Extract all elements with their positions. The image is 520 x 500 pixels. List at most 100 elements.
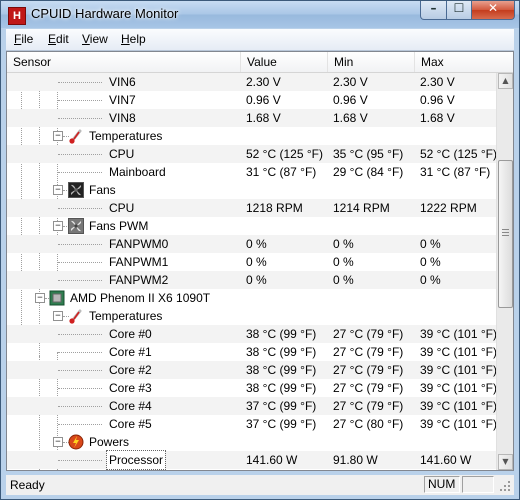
tree-branch	[58, 118, 102, 119]
sensor-name: CPU	[109, 201, 135, 215]
resize-grip-icon[interactable]	[496, 476, 512, 493]
sensor-row[interactable]: CPU 1218 RPM 1214 RPM 1222 RPM	[7, 199, 496, 217]
sensor-row[interactable]: VIN8 1.68 V 1.68 V 1.68 V	[7, 109, 496, 127]
sensor-value: 0 %	[246, 273, 267, 287]
sensor-min: 0 %	[333, 273, 354, 287]
vertical-scrollbar[interactable]: ▲ ▼	[496, 73, 513, 470]
menu-edit-accel: E	[48, 32, 57, 46]
collapse-toggle-icon[interactable]: −	[35, 293, 45, 303]
sensor-max: 141.60 W	[420, 453, 472, 467]
thumb-grip	[502, 232, 509, 233]
tree-branch	[58, 460, 102, 461]
sensor-row[interactable]: FANPWM2 0 % 0 % 0 %	[7, 271, 496, 289]
title-bar[interactable]: H CPUID Hardware Monitor – ☐ ✕	[1, 1, 519, 28]
collapse-toggle-icon[interactable]: −	[53, 185, 63, 195]
sensor-tree-view[interactable]: Sensor Value Min Max VIN6 2.30 V 2.30 V 2.3…	[6, 51, 514, 471]
group-name: Temperatures	[89, 309, 163, 323]
menu-view-accel: V	[82, 32, 90, 46]
sensor-name: VIN7	[109, 93, 136, 107]
tree-branch	[58, 370, 102, 371]
sensor-name: Core #3	[109, 381, 152, 395]
sensor-row[interactable]: VIN7 0.96 V 0.96 V 0.96 V	[7, 91, 496, 109]
sensor-max: 39 °C (101 °F)	[420, 381, 496, 395]
thermometer-icon	[68, 308, 84, 324]
sensor-group-node[interactable]: − Temperatures	[7, 307, 496, 325]
sensor-row[interactable]: Core #4 37 °C (99 °F) 27 °C (79 °F) 39 °C (…	[7, 397, 496, 415]
menu-edit-label: dit	[56, 32, 69, 46]
sensor-rows: VIN6 2.30 V 2.30 V 2.30 V VIN7 0.96 V 0.96 V 0.…	[7, 73, 496, 470]
sensor-row[interactable]: Core #3 38 °C (99 °F) 27 °C (79 °F) 39 °C (…	[7, 379, 496, 397]
column-header-sensor[interactable]: Sensor	[7, 52, 241, 72]
thermometer-icon	[68, 128, 84, 144]
sensor-name: Core #4	[109, 399, 152, 413]
sensor-max: 0 %	[420, 255, 441, 269]
window-title: CPUID Hardware Monitor	[31, 6, 179, 21]
menu-file[interactable]: File	[14, 32, 33, 46]
sensor-max: 0 %	[420, 273, 441, 287]
sensor-min: 27 °C (79 °F)	[333, 381, 404, 395]
thumb-grip	[502, 229, 509, 230]
sensor-group-node[interactable]: − Powers	[7, 433, 496, 451]
sensor-value: 37 °C (99 °F)	[246, 399, 317, 413]
menu-view[interactable]: View	[82, 32, 108, 46]
sensor-group-node[interactable]: − Fans PWM	[7, 217, 496, 235]
sensor-value: 2.30 V	[246, 75, 281, 89]
sensor-name: VIN6	[109, 75, 136, 89]
sensor-name: FANPWM0	[109, 237, 169, 251]
sensor-max: 0.96 V	[420, 93, 455, 107]
sensor-name: Core #0	[109, 327, 152, 341]
sensor-group-node[interactable]: − Temperatures	[7, 127, 496, 145]
collapse-toggle-icon[interactable]: −	[53, 131, 63, 141]
menu-view-label: iew	[89, 32, 108, 46]
app-icon[interactable]: H	[8, 7, 26, 25]
maximize-button[interactable]: ☐	[446, 1, 472, 20]
sensor-max: 1222 RPM	[420, 201, 477, 215]
scroll-thumb[interactable]	[498, 160, 513, 308]
sensor-row[interactable]: Processor 141.60 W 91.80 W 141.60 W	[7, 450, 496, 470]
sensor-value: 38 °C (99 °F)	[246, 327, 317, 341]
sensor-row[interactable]: Core #2 38 °C (99 °F) 27 °C (79 °F) 39 °C (…	[7, 361, 496, 379]
minimize-button[interactable]: –	[420, 1, 447, 20]
sensor-name: FANPWM2	[109, 273, 169, 287]
sensor-row[interactable]: FANPWM1 0 % 0 % 0 %	[7, 253, 496, 271]
sensor-row[interactable]: FANPWM0 0 % 0 % 0 %	[7, 235, 496, 253]
column-header-value[interactable]: Value	[241, 52, 328, 72]
column-header-max[interactable]: Max	[415, 52, 513, 72]
sensor-group-node[interactable]: − Fans	[7, 181, 496, 199]
collapse-toggle-icon[interactable]: −	[53, 437, 63, 447]
sensor-row[interactable]: Mainboard 31 °C (87 °F) 29 °C (84 °F) 31 °C…	[7, 163, 496, 181]
tree-branch	[58, 352, 102, 353]
menu-edit[interactable]: Edit	[48, 32, 69, 46]
sensor-name: FANPWM1	[109, 255, 169, 269]
collapse-toggle-icon[interactable]: −	[53, 221, 63, 231]
tree-branch	[58, 100, 102, 101]
sensor-value: 141.60 W	[246, 453, 298, 467]
power-icon	[68, 434, 84, 450]
sensor-min: 27 °C (79 °F)	[333, 327, 404, 341]
sensor-value: 0 %	[246, 255, 267, 269]
sensor-max: 39 °C (101 °F)	[420, 417, 496, 431]
sensor-min: 27 °C (79 °F)	[333, 399, 404, 413]
sensor-name: Processor	[105, 450, 167, 470]
scroll-down-arrow-icon[interactable]: ▼	[498, 454, 513, 470]
sensor-row[interactable]: VIN6 2.30 V 2.30 V 2.30 V	[7, 73, 496, 91]
status-bar: Ready NUM	[6, 475, 514, 495]
sensor-min: 29 °C (84 °F)	[333, 165, 404, 179]
menu-help[interactable]: Help	[121, 32, 146, 46]
scroll-up-arrow-icon[interactable]: ▲	[498, 73, 513, 89]
sensor-row[interactable]: CPU 52 °C (125 °F) 35 °C (95 °F) 52 °C (125…	[7, 145, 496, 163]
collapse-toggle-icon[interactable]: −	[53, 311, 63, 321]
sensor-row[interactable]: Core #0 38 °C (99 °F) 27 °C (79 °F) 39 °C (…	[7, 325, 496, 343]
sensor-row[interactable]: Core #5 37 °C (99 °F) 27 °C (80 °F) 39 °C (…	[7, 415, 496, 433]
sensor-max: 39 °C (101 °F)	[420, 345, 496, 359]
sensor-row[interactable]: Core #1 38 °C (99 °F) 27 °C (79 °F) 39 °C (…	[7, 343, 496, 361]
status-num-indicator: NUM	[424, 476, 460, 493]
thumb-grip	[502, 235, 509, 236]
tree-branch	[58, 154, 102, 155]
tree-branch	[58, 406, 102, 407]
device-node[interactable]: − AMD Phenom II X6 1090T	[7, 289, 496, 307]
tree-branch	[58, 334, 102, 335]
tree-branch	[58, 208, 102, 209]
column-header-min[interactable]: Min	[328, 52, 415, 72]
close-button[interactable]: ✕	[471, 1, 515, 20]
